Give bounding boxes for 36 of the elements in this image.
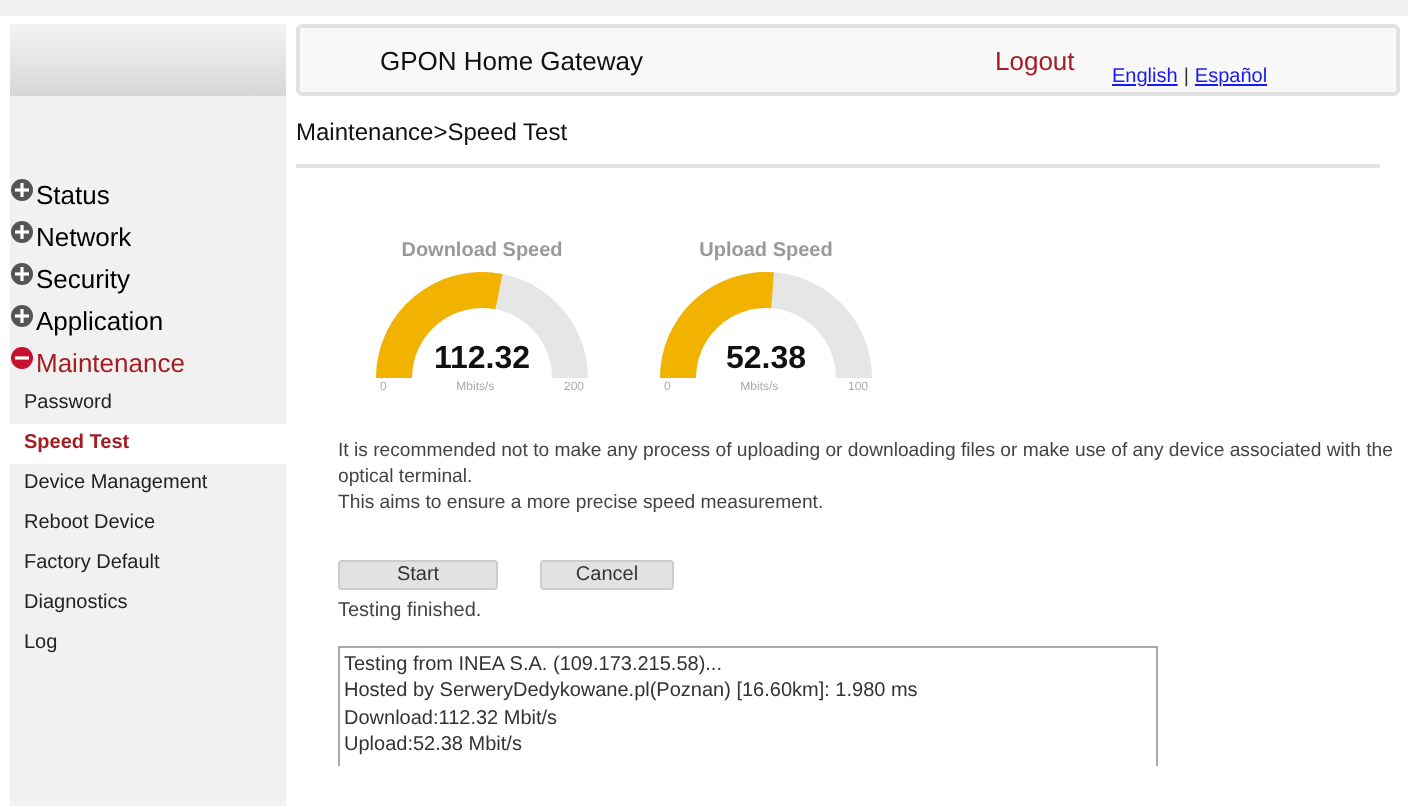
language-link[interactable]: English [1112, 66, 1178, 88]
plus-icon [10, 262, 34, 286]
plus-icon [10, 220, 34, 244]
sidebar-subitem[interactable]: Speed Test [10, 424, 286, 464]
action-button[interactable]: Cancel [540, 560, 674, 590]
sidebar-subitem[interactable]: Password [10, 384, 286, 424]
separator-text: | [1183, 66, 1189, 88]
log-line: Download:112.32 Mbit/s [344, 705, 560, 732]
sidebar-item[interactable]: Maintenance [10, 342, 286, 384]
sidebar-item[interactable]: Status [10, 174, 286, 216]
language-link[interactable]: Español [1194, 66, 1268, 88]
logout-link[interactable]: Logout [995, 45, 1075, 75]
notice-text: This aims to ensure a more precise speed measurement. [338, 490, 826, 516]
sidebar-item[interactable]: Application [10, 300, 286, 342]
sidebar-subitem[interactable]: Factory Default [10, 544, 286, 584]
log-line: Upload:52.38 Mbit/s [344, 731, 524, 759]
sidebar-item[interactable]: Network [10, 216, 286, 258]
sidebar-subitem[interactable]: Diagnostics [10, 584, 286, 624]
gauge-value: 112.32 [431, 342, 533, 378]
app-title: GPON Home Gateway [380, 45, 643, 75]
sidebar-item[interactable]: Security [10, 258, 286, 300]
gauge-title: Download Speed [401, 240, 563, 262]
gauge-value: 52.38 [723, 342, 809, 378]
notice-text: It is recommended not to make any process of uploading or downloading files or make use of any device associated with the optical terminal. [338, 438, 1395, 490]
plus-icon [10, 304, 34, 328]
plus-icon [10, 178, 34, 202]
sidebar-subitem[interactable]: Device Management [10, 464, 286, 504]
log-line: Hosted by SerweryDedykowane.pl(Poznan) [16.60km]: 1.980 ms [344, 678, 920, 706]
sidebar-subitem[interactable]: Reboot Device [10, 504, 286, 544]
gauge-title: Upload Speed [699, 240, 833, 262]
action-button[interactable]: Start [338, 560, 498, 590]
minus-icon [10, 346, 34, 370]
sidebar-subitem[interactable]: Log [10, 624, 286, 664]
status-text: Testing finished. [338, 600, 484, 622]
breadcrumb: Maintenance>Speed Test [296, 118, 570, 146]
log-line: Testing from INEA S.A. (109.173.215.58)... [344, 652, 724, 679]
